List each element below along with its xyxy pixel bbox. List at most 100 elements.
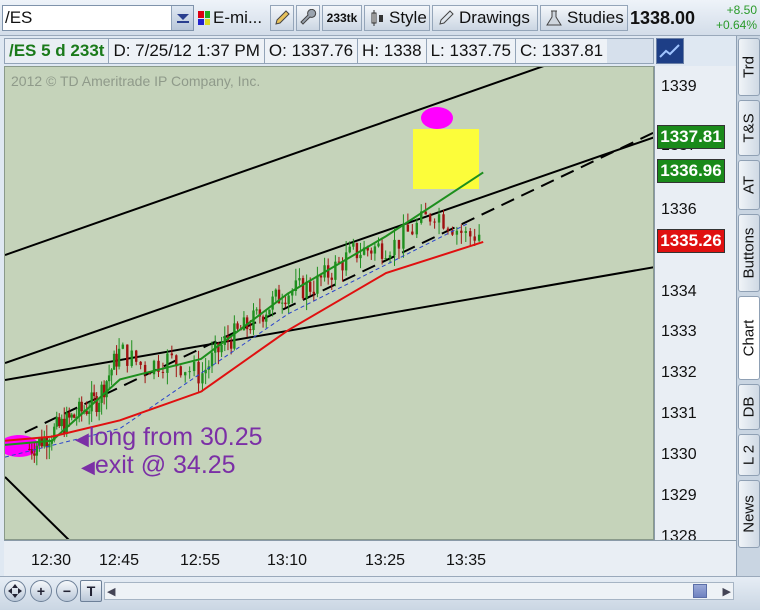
candle-body	[442, 214, 445, 229]
candle-body	[261, 316, 265, 322]
flask-icon	[546, 10, 562, 26]
drawings-button[interactable]: Drawings	[432, 5, 538, 31]
candle-body	[73, 414, 76, 418]
candle-body	[184, 372, 187, 376]
info-close: C: 1337.81	[515, 39, 608, 63]
right-tab-trd[interactable]: Trd	[738, 38, 760, 96]
candle-body	[411, 231, 414, 235]
time-axis[interactable]: 12:30 12:45 12:55 13:10 13:25 13:35	[4, 540, 736, 576]
candle-body	[192, 361, 196, 372]
last-price-badge: 1337.81	[657, 124, 725, 149]
text-tool-button[interactable]: T	[80, 580, 102, 602]
candle-body	[477, 234, 481, 241]
highlight-box	[413, 129, 479, 189]
candle-body	[352, 243, 355, 247]
candle-body	[220, 344, 223, 353]
candle-body	[121, 344, 125, 349]
symbol-text: /ES	[5, 8, 33, 27]
candle-body	[100, 384, 103, 403]
info-symbol-period[interactable]: /ES 5 d 233t	[5, 39, 110, 63]
candle-body	[105, 381, 108, 398]
change-display: +8.50 +0.64%	[704, 3, 760, 33]
right-tab-label: Buttons	[740, 227, 758, 279]
candle-body	[433, 221, 436, 223]
top-toolbar: /ES E-mi... 233tk Style Drawings Studies…	[0, 0, 760, 36]
wrench-icon	[300, 9, 317, 25]
right-tab-buttons[interactable]: Buttons	[738, 214, 760, 292]
scroll-left-icon[interactable]: ◀	[107, 585, 115, 598]
drag-button[interactable]	[4, 580, 26, 602]
line-chart-icon	[659, 44, 680, 58]
zoom-in-button[interactable]: +	[30, 580, 52, 602]
pencil-icon	[439, 10, 454, 25]
chevron-down-icon	[176, 14, 189, 23]
candle-body	[179, 366, 182, 376]
pencil-icon	[275, 10, 290, 25]
triangle-left-icon: ◀	[75, 429, 89, 449]
candle-body	[210, 352, 214, 367]
copyright-watermark: 2012 © TD Ameritrade IP Company, Inc.	[11, 73, 261, 89]
candle-body	[148, 373, 151, 375]
candle-body	[188, 371, 191, 373]
candle-body	[87, 411, 91, 414]
candle-body	[68, 412, 71, 418]
candle-body	[359, 254, 362, 259]
candle-body	[152, 360, 156, 375]
candle-body	[344, 252, 348, 271]
style-button[interactable]: Style	[364, 5, 430, 31]
scroll-thumb[interactable]	[693, 584, 707, 598]
candle-body	[393, 239, 396, 256]
candle-body	[112, 353, 116, 370]
right-tab-db[interactable]: DB	[738, 384, 760, 430]
chart-scrollbar[interactable]: ◀ ▶	[104, 582, 734, 600]
candle-body	[60, 418, 63, 427]
price-axis[interactable]: 1339133713361335133413331332133113301329…	[654, 66, 736, 545]
candle-body	[384, 258, 387, 260]
drawing-tools-button[interactable]	[270, 5, 294, 31]
right-tab-chart[interactable]: Chart	[738, 296, 760, 380]
bottom-toolbar: + − T ◀ ▶	[0, 576, 760, 610]
net-change: +8.50	[726, 3, 757, 17]
info-high: H: 1338	[358, 39, 427, 63]
triangle-left-icon: ◀	[81, 457, 95, 477]
price-tick-label: 1333	[661, 323, 697, 341]
candle-body	[316, 275, 319, 294]
link-grid-icon	[198, 11, 210, 25]
time-tick-label: 13:10	[267, 552, 308, 569]
candle-body	[126, 344, 129, 366]
right-tab-news[interactable]: News	[738, 480, 760, 548]
candle-body	[229, 341, 233, 349]
candle-body	[301, 278, 305, 299]
style-label: Style	[389, 8, 427, 27]
candle-body	[201, 373, 204, 384]
info-open: O: 1337.76	[264, 39, 359, 63]
right-tab-label: Chart	[740, 319, 758, 357]
right-tab-l-2[interactable]: L 2	[738, 434, 760, 476]
right-tab-at[interactable]: AT	[738, 160, 760, 210]
candle-body	[28, 448, 31, 450]
chart-type-button[interactable]	[656, 38, 684, 64]
candle-body	[437, 214, 441, 223]
price-tick-label: 1329	[661, 487, 697, 504]
zoom-out-button[interactable]: −	[56, 580, 78, 602]
candle-body	[97, 402, 101, 413]
settings-button[interactable]	[296, 5, 320, 31]
right-tab-label: DB	[740, 396, 758, 418]
aggregation-button[interactable]: 233tk	[322, 5, 362, 31]
price-chart[interactable]: 2012 © TD Ameritrade IP Company, Inc. ◀l…	[4, 66, 654, 540]
drawings-label: Drawings	[459, 8, 530, 27]
symbol-dropdown-button[interactable]	[171, 6, 193, 30]
right-tab-t-s[interactable]: T&S	[738, 100, 760, 156]
time-tick-label: 13:25	[365, 552, 406, 569]
candle-body	[139, 361, 142, 365]
scroll-right-icon[interactable]: ▶	[723, 585, 731, 598]
candle-body	[90, 392, 93, 412]
price-tick-label: 1332	[661, 364, 697, 382]
candle-body	[130, 350, 133, 366]
info-low: L: 1337.75	[426, 39, 516, 63]
candle-body	[406, 224, 410, 232]
symbol-input[interactable]: /ES	[2, 5, 194, 31]
candle-body	[265, 314, 268, 322]
studies-button[interactable]: Studies	[540, 5, 628, 31]
symbol-link-button[interactable]: E-mi...	[198, 5, 266, 31]
